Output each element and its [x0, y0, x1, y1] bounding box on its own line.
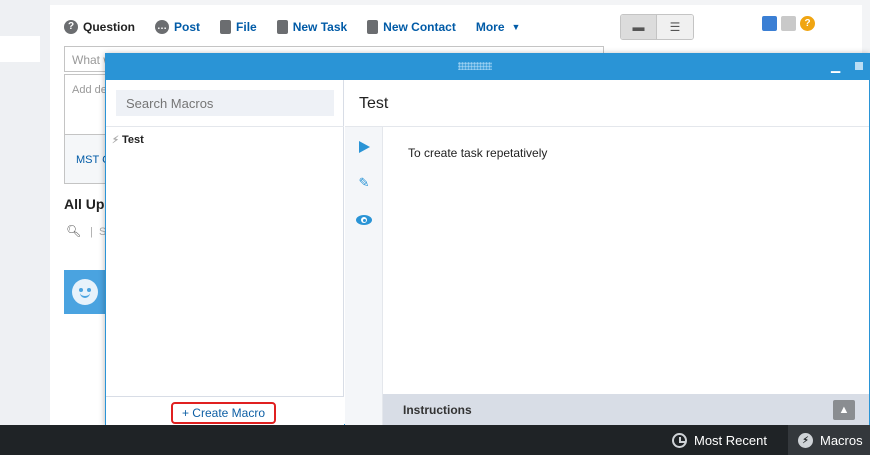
- macro-detail-pane: Test ✎ To create task repetatively Instr…: [345, 80, 869, 426]
- smiley-icon: [72, 279, 98, 305]
- feed-separator-text: |: [90, 226, 93, 238]
- tab-new-task[interactable]: New Task: [276, 20, 348, 34]
- question-icon: ?: [64, 20, 78, 34]
- tab-new-contact-label: New Contact: [383, 20, 456, 34]
- list-view-button[interactable]: ☰: [657, 15, 693, 39]
- macros-panel-header[interactable]: ▁: [106, 54, 869, 80]
- feed-filter-separator: | S: [90, 226, 106, 238]
- chat-view-button[interactable]: ▬: [621, 15, 657, 39]
- chevron-down-icon: ▼: [511, 22, 521, 32]
- file-icon: [220, 20, 232, 34]
- divider: [106, 126, 344, 127]
- macro-description: To create task repetatively: [408, 146, 548, 160]
- macros-panel: ▁ ⚡︎ Test + Create Macro Test ✎ To creat…: [105, 53, 870, 426]
- feed-search-icon[interactable]: 🔍︎: [66, 224, 81, 238]
- list-item[interactable]: ⚡︎ Test: [112, 134, 144, 146]
- left-sidebar-box: [0, 36, 40, 62]
- macro-list-pane: ⚡︎ Test + Create Macro: [106, 80, 344, 426]
- help-icon[interactable]: ?: [800, 16, 815, 31]
- macros-button[interactable]: ⚡︎ Macros: [788, 425, 870, 455]
- bolt-icon: ⚡︎: [798, 432, 813, 448]
- preview-macro-button[interactable]: [354, 210, 374, 230]
- clock-icon: [672, 432, 687, 448]
- avatar[interactable]: [64, 270, 106, 314]
- macro-action-rail: ✎: [345, 127, 383, 426]
- tab-post[interactable]: … Post: [155, 20, 200, 34]
- edit-macro-button[interactable]: ✎: [354, 173, 374, 193]
- utility-bar: Most Recent ⚡︎ Macros: [0, 425, 870, 455]
- most-recent-label: Most Recent: [694, 432, 767, 448]
- tab-question[interactable]: ? Question: [64, 20, 135, 34]
- divider: [345, 126, 869, 127]
- macros-label: Macros: [820, 432, 863, 448]
- left-sidebar: [0, 0, 50, 425]
- feed-view-toggle: ▬ ☰: [620, 14, 694, 40]
- instructions-label: Instructions: [403, 403, 472, 417]
- details-placeholder: Add de: [72, 84, 107, 96]
- upload-icon[interactable]: ▲: [833, 400, 855, 420]
- most-recent-button[interactable]: Most Recent: [672, 425, 767, 455]
- post-icon: …: [155, 20, 170, 34]
- publisher-tabs: ? Question … Post File New Task New Cont…: [64, 16, 520, 38]
- popout-icon[interactable]: [855, 62, 863, 70]
- tab-post-label: Post: [174, 20, 201, 34]
- tab-file[interactable]: File: [220, 20, 257, 34]
- feed-heading: All Up: [64, 196, 105, 212]
- task-icon: [276, 20, 288, 34]
- edit-layout-icon[interactable]: [762, 16, 777, 31]
- play-icon: [358, 141, 370, 153]
- tab-new-task-label: New Task: [292, 20, 348, 34]
- bolt-icon: ⚡︎: [112, 134, 120, 146]
- tab-question-label: Question: [83, 20, 136, 34]
- print-icon[interactable]: [781, 16, 796, 31]
- macro-item-label: Test: [122, 134, 144, 146]
- tab-new-contact[interactable]: New Contact: [367, 20, 456, 34]
- macro-title: Test: [359, 95, 389, 112]
- speech-bubble-icon: ▬: [632, 20, 645, 34]
- run-macro-button[interactable]: [354, 137, 374, 157]
- search-macros-input[interactable]: [116, 90, 334, 116]
- page-tools: ?: [762, 16, 815, 31]
- contact-icon: [367, 20, 379, 34]
- eye-icon: [356, 215, 372, 225]
- list-icon: ☰: [669, 20, 681, 34]
- minimize-icon[interactable]: ▁: [831, 60, 841, 72]
- create-macro-button[interactable]: + Create Macro: [171, 402, 276, 424]
- drag-handle-icon[interactable]: [458, 62, 492, 70]
- macro-list-footer: + Create Macro: [106, 396, 344, 426]
- instructions-bar[interactable]: Instructions ▲: [383, 394, 869, 426]
- tab-file-label: File: [236, 20, 257, 34]
- tab-more-label: More: [475, 20, 505, 34]
- tab-more[interactable]: More ▼: [476, 20, 521, 34]
- pencil-icon: ✎: [358, 175, 370, 190]
